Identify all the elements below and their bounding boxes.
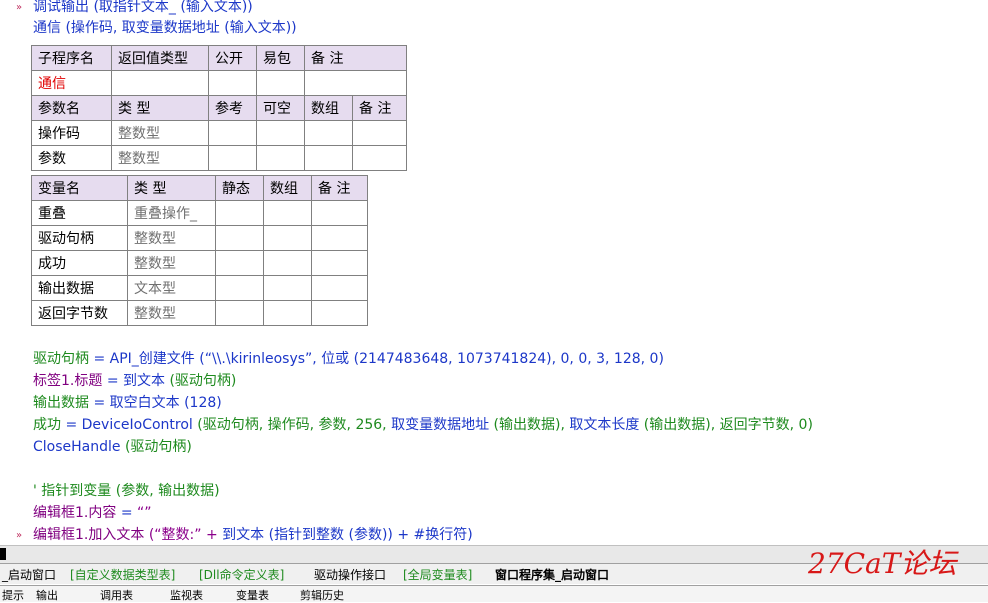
tab-driver-interface[interactable]: 驱动操作接口 (314, 566, 386, 583)
var-name[interactable]: 成功 (31, 250, 128, 276)
subroutine-table: 子程序名 返回值类型 公开 易包 备 注 通信 (31, 45, 407, 96)
var-type[interactable]: 整数型 (127, 250, 216, 276)
table-row[interactable]: 输出数据 文本型 (31, 275, 368, 301)
sub-header-remark: 备 注 (304, 45, 407, 71)
param-header-type: 类 型 (111, 95, 209, 121)
tab-window-assembly[interactable]: 窗口程序集_启动窗口 (495, 566, 609, 583)
param-type[interactable]: 整数型 (111, 120, 209, 146)
variable-table: 变量名 类 型 静态 数组 备 注 重叠 重叠操作_ 驱动句柄 整数型 成功 整… (31, 175, 368, 326)
var-header-type: 类 型 (127, 175, 216, 201)
var-name[interactable]: 输出数据 (31, 275, 128, 301)
sub-header-easy-pkg: 易包 (256, 45, 305, 71)
var-type[interactable]: 重叠操作_ (127, 200, 216, 226)
sub-name-cell[interactable]: 通信 (31, 70, 112, 96)
breakpoint-arrow-icon: » (16, 530, 23, 541)
table-row[interactable]: 参数 整数型 (31, 145, 407, 171)
sub-header-name: 子程序名 (31, 45, 112, 71)
param-type[interactable]: 整数型 (111, 145, 209, 171)
var-header-array: 数组 (263, 175, 312, 201)
code-line-label-title[interactable]: 标签1.标题 = 到文本 (驱动句柄) (33, 372, 236, 390)
tab-custom-datatypes[interactable]: [自定义数据类型表] (70, 566, 175, 583)
var-name[interactable]: 驱动句柄 (31, 225, 128, 251)
forum-watermark: 27CaT论坛 (808, 547, 957, 580)
param-name[interactable]: 操作码 (31, 120, 112, 146)
var-header-static: 静态 (215, 175, 264, 201)
var-type[interactable]: 文本型 (127, 275, 216, 301)
var-type[interactable]: 整数型 (127, 225, 216, 251)
param-name[interactable]: 参数 (31, 145, 112, 171)
breakpoint-arrow-icon: » (16, 2, 23, 13)
table-row[interactable]: 返回字节数 整数型 (31, 300, 368, 326)
var-header-name: 变量名 (31, 175, 128, 201)
param-header-nullable: 可空 (256, 95, 305, 121)
code-line-comment[interactable]: ' 指针到变量 (参数, 输出数据) (33, 482, 220, 500)
code-line-editbox-content[interactable]: 编辑框1.内容 = “” (33, 504, 152, 522)
bottom-panel-tabs: 提示 输出 调用表 监视表 变量表 剪辑历史 (0, 585, 988, 602)
sub-header-return-type: 返回值类型 (111, 45, 209, 71)
param-header-array: 数组 (304, 95, 353, 121)
tab-global-vars[interactable]: [全局变量表] (403, 566, 472, 583)
table-row[interactable]: 驱动句柄 整数型 (31, 225, 368, 251)
var-header-remark: 备 注 (311, 175, 368, 201)
sub-public-cell[interactable] (208, 70, 257, 96)
sub-return-cell[interactable] (111, 70, 209, 96)
sub-remark-cell[interactable] (304, 70, 407, 96)
table-row[interactable]: 成功 整数型 (31, 250, 368, 276)
code-line-close-handle[interactable]: CloseHandle (驱动句柄) (33, 438, 192, 456)
code-line-output-data[interactable]: 输出数据 = 取空白文本 (128) (33, 394, 222, 412)
param-header-remark: 备 注 (352, 95, 407, 121)
sub-header-public: 公开 (208, 45, 257, 71)
var-type[interactable]: 整数型 (127, 300, 216, 326)
code-line-editbox-append[interactable]: 编辑框1.加入文本 (“整数:” + 到文本 (指针到整数 (参数)) + #换… (33, 526, 473, 544)
code-line-call-comm[interactable]: 通信 (操作码, 取变量数据地址 (输入文本)) (33, 19, 297, 37)
scroll-left-arrow-icon[interactable] (0, 548, 6, 560)
sub-easy-cell[interactable] (256, 70, 305, 96)
code-line-device-io[interactable]: 成功 = DeviceIoControl (驱动句柄, 操作码, 参数, 256… (33, 416, 813, 434)
param-header-ref: 参考 (208, 95, 257, 121)
var-name[interactable]: 返回字节数 (31, 300, 128, 326)
tab-dll-commands[interactable]: [Dll命令定义表] (199, 566, 284, 583)
tab-start-window[interactable]: _启动窗口 (2, 566, 56, 583)
code-line-create-file[interactable]: 驱动句柄 = API_创建文件 (“\\.\kirinleosys”, 位或 (… (33, 350, 664, 368)
parameter-table: 参数名 类 型 参考 可空 数组 备 注 操作码 整数型 参数 整数型 (31, 95, 407, 171)
param-header-name: 参数名 (31, 95, 112, 121)
code-line-debug-output[interactable]: 调试输出 (取指针文本_ (输入文本)) (33, 0, 253, 16)
var-name[interactable]: 重叠 (31, 200, 128, 226)
table-row[interactable]: 重叠 重叠操作_ (31, 200, 368, 226)
table-row[interactable]: 操作码 整数型 (31, 120, 407, 146)
